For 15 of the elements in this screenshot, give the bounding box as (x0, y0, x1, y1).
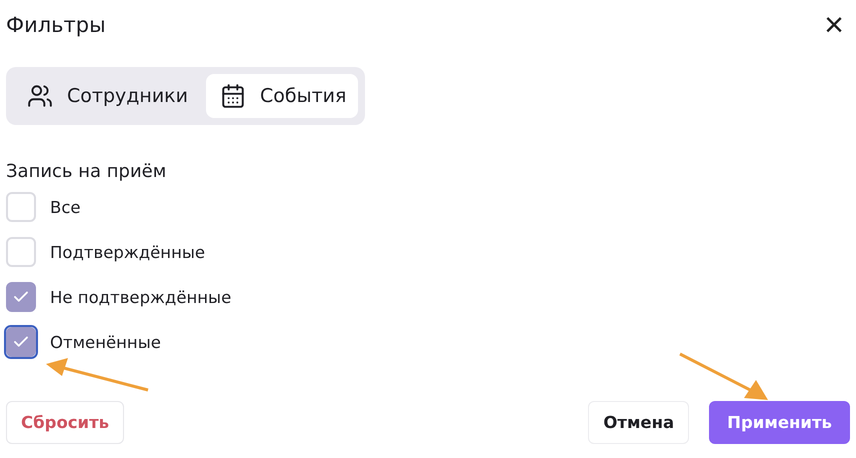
dialog-title: Фильтры (6, 13, 106, 37)
reset-button[interactable]: Сбросить (6, 401, 124, 444)
checkbox-label: Все (50, 198, 81, 216)
cancel-button[interactable]: Отмена (588, 401, 690, 444)
tab[interactable]: Сотрудники (13, 74, 200, 118)
calendar-icon (220, 83, 246, 109)
checkbox-label: Подтверждённые (50, 242, 206, 262)
checkbox-label: Не подтверждённые (50, 288, 232, 306)
apply-button[interactable]: Применить (709, 401, 850, 444)
checkbox[interactable] (6, 282, 36, 312)
tab[interactable]: События (206, 74, 358, 118)
checkbox-label: Отменённые (50, 332, 161, 352)
section-title: Запись на приём (6, 161, 168, 182)
close-button[interactable]: × (818, 8, 850, 42)
users-icon (27, 83, 53, 109)
